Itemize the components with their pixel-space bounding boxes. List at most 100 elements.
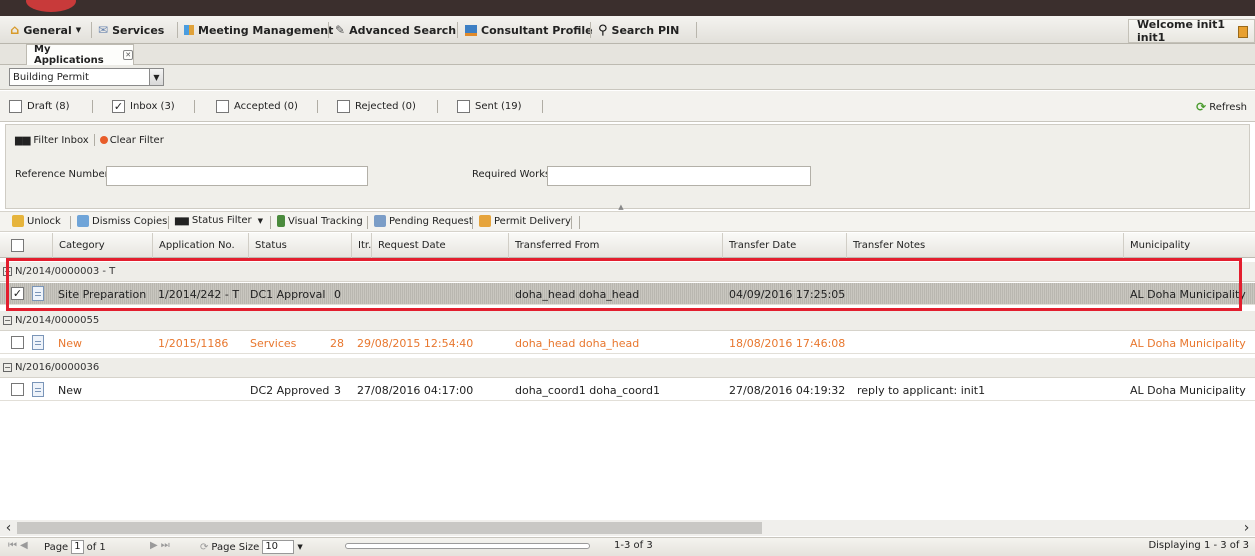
group-header[interactable]: − N/2016/0000036	[0, 358, 1255, 378]
col-status[interactable]: Status	[248, 233, 351, 258]
checkbox[interactable]	[9, 100, 22, 113]
filter-inbox-button[interactable]: ▆▆ Filter Inbox	[15, 135, 89, 146]
first-page-icon[interactable]: ⏮	[8, 540, 17, 551]
page-size-control: ⟳ Page Size 10 ▼	[200, 540, 303, 554]
chevron-down-icon[interactable]: ▼	[297, 543, 302, 551]
collapse-icon[interactable]: −	[3, 267, 12, 276]
menu-search-pin[interactable]: ⚲ Search PIN	[598, 21, 679, 39]
menu-search-pin-label: Search PIN	[611, 23, 680, 37]
filter-sent[interactable]: Sent (19)	[457, 100, 521, 113]
table-row[interactable]: New 1/2015/1186 Services 28 29/08/2015 1…	[0, 332, 1255, 354]
menu-meeting[interactable]: Meeting Management	[184, 21, 333, 39]
page-slider[interactable]	[345, 543, 590, 549]
filter-inbox[interactable]: ✓ Inbox (3)	[112, 100, 175, 113]
refresh-icon[interactable]: ⟳	[200, 542, 208, 553]
clear-filter-button[interactable]: Clear Filter	[99, 134, 164, 146]
cell-transferred-from: doha_head doha_head	[515, 287, 640, 301]
col-application-no[interactable]: Application No.	[152, 233, 248, 258]
page-indicator: Page 1 of 1	[44, 540, 106, 554]
menu-general[interactable]: ⌂ General ▼	[10, 21, 81, 39]
pending-request-button[interactable]: Pending Request	[374, 215, 473, 227]
permit-delivery-button[interactable]: Permit Delivery	[479, 215, 571, 227]
status-filter-button[interactable]: ▆▆ Status Filter ▼	[175, 215, 263, 226]
checkbox[interactable]	[216, 100, 229, 113]
welcome-text: Welcome init1 init1	[1137, 18, 1226, 44]
logout-icon[interactable]	[1238, 26, 1248, 38]
profile-icon	[465, 24, 477, 36]
select-all-checkbox[interactable]	[11, 239, 24, 252]
refresh-button[interactable]: ⟳ Refresh	[1196, 100, 1247, 114]
scrollbar-thumb[interactable]	[17, 522, 762, 534]
cell-transfer-date: 27/08/2016 04:19:32	[729, 383, 846, 397]
col-municipality[interactable]: Municipality	[1123, 233, 1255, 258]
group-label: N/2016/0000036	[15, 362, 100, 373]
row-checkbox[interactable]	[11, 336, 24, 349]
scroll-right-icon[interactable]: ›	[1238, 520, 1255, 536]
checkbox[interactable]	[337, 100, 350, 113]
close-icon[interactable]: ✕	[123, 50, 133, 60]
group-header[interactable]: − N/2014/0000003 - T	[0, 262, 1255, 282]
required-works-input[interactable]	[547, 166, 811, 186]
col-request-date[interactable]: Request Date	[371, 233, 508, 258]
grid-toolbar: Unlock Dismiss Copies ▆▆ Status Filter ▼…	[0, 211, 1255, 232]
next-page-icon[interactable]: ▶	[150, 540, 158, 551]
col-transferred-from[interactable]: Transferred From	[508, 233, 722, 258]
checkbox-checked[interactable]: ✓	[112, 100, 125, 113]
collapse-icon[interactable]: −	[3, 363, 12, 372]
menu-advanced-search[interactable]: ✎ Advanced Search	[335, 21, 456, 39]
page-input[interactable]: 1	[71, 540, 84, 554]
cell-status: DC1 Approval	[250, 287, 326, 301]
document-icon	[32, 335, 44, 350]
filter-panel: ▆▆ Filter Inbox Clear Filter Reference N…	[5, 124, 1250, 211]
cell-request-date: 27/08/2016 04:17:00	[357, 383, 474, 397]
col-transfer-notes[interactable]: Transfer Notes	[846, 233, 1123, 258]
chevron-down-icon: ▼	[257, 216, 264, 225]
reference-number-input[interactable]	[106, 166, 368, 186]
group-header[interactable]: − N/2014/0000055	[0, 311, 1255, 331]
visual-tracking-button[interactable]: Visual Tracking	[277, 215, 363, 227]
status-filter-row: Draft (8) ✓ Inbox (3) Accepted (0) Rejec…	[0, 91, 1255, 122]
row-checkbox[interactable]	[11, 383, 24, 396]
menu-services[interactable]: ✉ Services	[98, 21, 164, 39]
tab-my-applications[interactable]: My Applications ✕	[26, 44, 134, 66]
table-row[interactable]: New DC2 Approved 3 27/08/2016 04:17:00 d…	[0, 379, 1255, 401]
clear-filter-label: Clear Filter	[109, 134, 164, 146]
last-page-icon[interactable]: ⏭	[161, 540, 170, 551]
status-filter-label: Status Filter	[191, 215, 252, 226]
horizontal-scrollbar[interactable]: ‹ ›	[0, 520, 1255, 536]
chevron-down-icon: ▼	[75, 26, 82, 34]
collapse-handle[interactable]: ▲	[601, 204, 641, 211]
checkbox[interactable]	[457, 100, 470, 113]
page-of-label: of 1	[86, 541, 106, 553]
prev-page-icon[interactable]: ◀	[20, 540, 28, 551]
top-banner	[0, 0, 1255, 16]
row-checkbox-checked[interactable]: ✓	[11, 287, 24, 300]
page-size-select[interactable]: 10	[262, 540, 295, 554]
unlock-label: Unlock	[27, 215, 61, 227]
welcome-box: Welcome init1 init1	[1128, 18, 1255, 44]
dismiss-copies-button[interactable]: Dismiss Copies	[77, 215, 167, 227]
collapse-icon[interactable]: −	[3, 316, 12, 325]
application-type-select[interactable]: Building Permit ▼	[9, 68, 164, 86]
page-range: 1-3 of 3	[614, 540, 653, 551]
menu-advanced-search-label: Advanced Search	[349, 23, 457, 37]
filter-accepted[interactable]: Accepted (0)	[216, 100, 298, 113]
scroll-left-icon[interactable]: ‹	[0, 520, 17, 536]
filter-draft[interactable]: Draft (8)	[9, 100, 70, 113]
cell-transfer-date: 18/08/2016 17:46:08	[729, 336, 846, 350]
menu-consultant-profile[interactable]: Consultant Profile	[465, 21, 593, 39]
filter-rejected[interactable]: Rejected (0)	[337, 100, 416, 113]
unlock-button[interactable]: Unlock	[12, 215, 61, 227]
cell-category: New	[58, 336, 82, 350]
cell-status: Services	[250, 336, 297, 350]
chevron-down-icon[interactable]: ▼	[149, 69, 163, 85]
document-icon	[32, 286, 44, 301]
col-transfer-date[interactable]: Transfer Date	[722, 233, 846, 258]
delivery-icon	[479, 215, 491, 227]
cell-transfer-date: 04/09/2016 17:25:05	[729, 287, 846, 301]
col-iteration[interactable]: Itr.	[351, 233, 371, 258]
map-pin-icon: ⚲	[598, 22, 608, 38]
col-category[interactable]: Category	[52, 233, 152, 258]
table-row[interactable]: ✓ Site Preparation 1/2014/242 - T DC1 Ap…	[0, 283, 1255, 305]
menu-general-label: General	[23, 23, 72, 37]
